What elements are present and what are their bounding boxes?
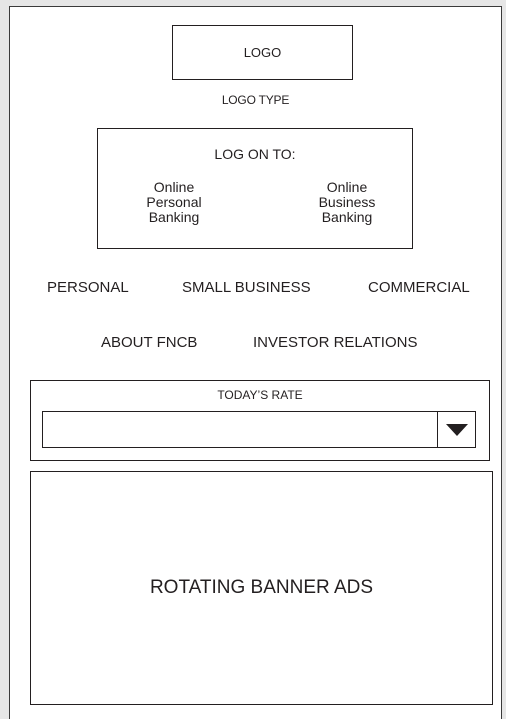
- rotating-banner-ads[interactable]: ROTATING BANNER ADS: [30, 471, 493, 705]
- logo-type: LOGO TYPE: [221, 93, 290, 107]
- triangle-down-icon: [445, 423, 468, 436]
- nav-about-fncb[interactable]: ABOUT FNCB: [101, 334, 197, 351]
- logon-title: LOG ON TO:: [214, 146, 296, 162]
- todays-rate-panel: TODAY’S RATE: [30, 380, 490, 461]
- logon-panel: LOG ON TO: Online Personal Banking Onlin…: [97, 128, 413, 249]
- rate-dropdown[interactable]: [42, 411, 476, 448]
- logo[interactable]: LOGO: [172, 25, 353, 80]
- nav-investor-relations[interactable]: INVESTOR RELATIONS: [253, 334, 417, 351]
- rate-dropdown-button[interactable]: [437, 412, 475, 447]
- online-business-banking-link[interactable]: Online Business Banking: [292, 180, 402, 225]
- page-frame: LOGO LOGO TYPE LOG ON TO: Online Persona…: [9, 6, 502, 719]
- nav-commercial[interactable]: COMMERCIAL: [368, 279, 470, 296]
- todays-rate-title: TODAY’S RATE: [217, 388, 303, 402]
- online-personal-banking-link[interactable]: Online Personal Banking: [119, 180, 229, 225]
- banner-label: ROTATING BANNER ADS: [149, 577, 374, 598]
- logo-label: LOGO: [243, 45, 282, 60]
- nav-personal[interactable]: PERSONAL: [47, 279, 129, 296]
- nav-small-business[interactable]: SMALL BUSINESS: [182, 279, 311, 296]
